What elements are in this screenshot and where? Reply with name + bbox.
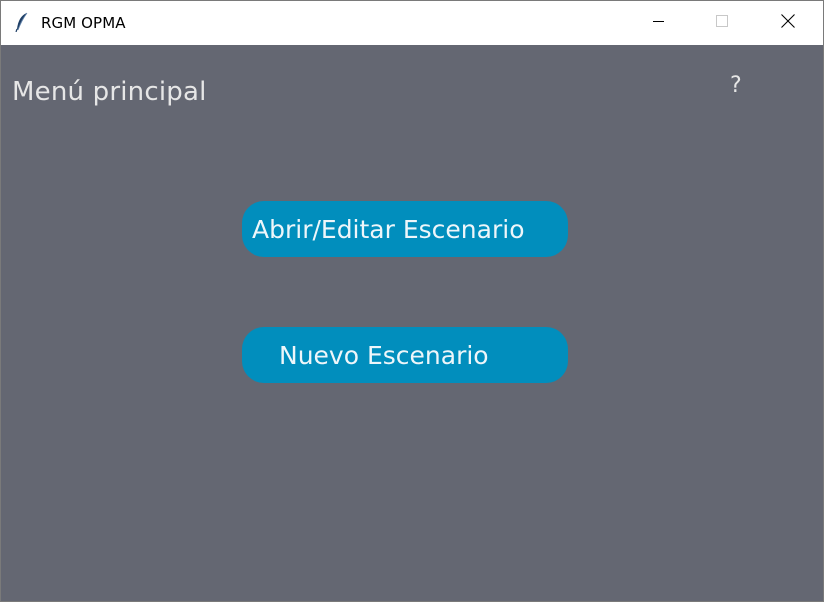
window-title: RGM OPMA <box>41 14 126 32</box>
main-panel: Menú principal ? Abrir/Editar Escenario … <box>1 45 823 601</box>
new-scenario-button[interactable]: Nuevo Escenario <box>242 327 568 383</box>
open-edit-scenario-label: Abrir/Editar Escenario <box>252 214 525 244</box>
title-bar[interactable]: RGM OPMA <box>1 1 823 45</box>
open-edit-scenario-button[interactable]: Abrir/Editar Escenario <box>242 201 568 257</box>
minimize-button[interactable] <box>627 1 689 45</box>
app-window: RGM OPMA Menú principal ? Abrir/Editar E… <box>0 0 824 602</box>
page-title: Menú principal <box>12 77 207 107</box>
minimize-icon <box>652 14 664 32</box>
help-button[interactable]: ? <box>730 73 742 98</box>
new-scenario-label: Nuevo Escenario <box>279 340 489 370</box>
maximize-button[interactable] <box>691 1 753 45</box>
feather-icon <box>15 12 29 33</box>
maximize-icon <box>716 14 728 32</box>
close-icon <box>781 13 795 33</box>
close-button[interactable] <box>757 1 819 45</box>
